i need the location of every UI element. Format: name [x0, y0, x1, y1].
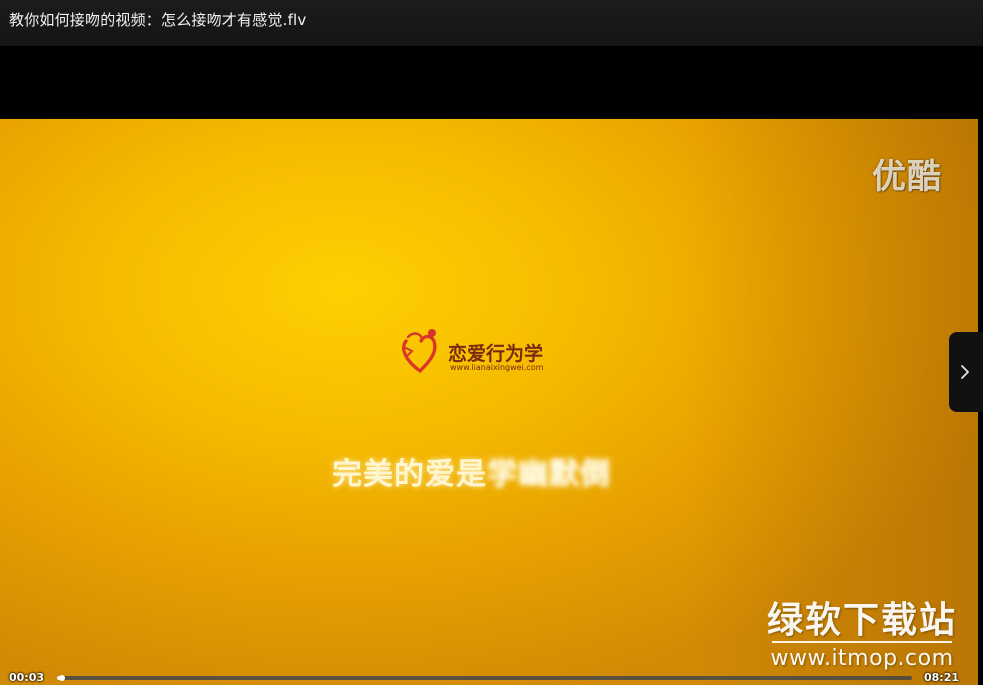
chevron-right-icon [961, 365, 969, 379]
progress-bar[interactable] [57, 675, 912, 681]
site-watermark-url: www.itmop.com [770, 646, 954, 671]
heart-logo-icon [402, 329, 437, 374]
side-panel-toggle-button[interactable] [949, 332, 983, 412]
progress-thumb[interactable] [59, 675, 66, 681]
title-bar: 教你如何接吻的视频：怎么接吻才有感觉.flv [0, 0, 983, 46]
video-caption-clear: 完美的爱是 [332, 457, 487, 492]
window-title: 教你如何接吻的视频：怎么接吻才有感觉.flv [9, 11, 307, 29]
site-watermark-name: 绿软下载站 [766, 600, 957, 641]
youku-watermark: 优酷 [872, 157, 942, 197]
total-time: 08:21 [923, 671, 959, 684]
site-watermark: 绿软下载站 www.itmop.com [762, 601, 962, 671]
brand-logo-url: www.lianaixingwei.com [450, 363, 544, 372]
video-area[interactable]: 优酷 恋爱行为学 www.lianaixingwei.com 完美的爱是学幽默倒… [0, 46, 983, 685]
brand-logo: 恋爱行为学 www.lianaixingwei.com [398, 327, 588, 379]
video-player-window: 教你如何接吻的视频：怎么接吻才有感觉.flv 优酷 恋爱行为学 www.lian… [0, 0, 983, 685]
video-caption: 完美的爱是学幽默倒 [332, 449, 611, 493]
video-frame[interactable]: 优酷 恋爱行为学 www.lianaixingwei.com 完美的爱是学幽默倒… [0, 119, 978, 685]
site-watermark-divider [772, 641, 952, 643]
brand-logo-name: 恋爱行为学 [448, 343, 544, 365]
current-time: 00:03 [9, 671, 45, 684]
playback-controls: 00:03 08:21 [0, 669, 983, 685]
video-caption-blurred: 学幽默倒 [487, 457, 611, 492]
